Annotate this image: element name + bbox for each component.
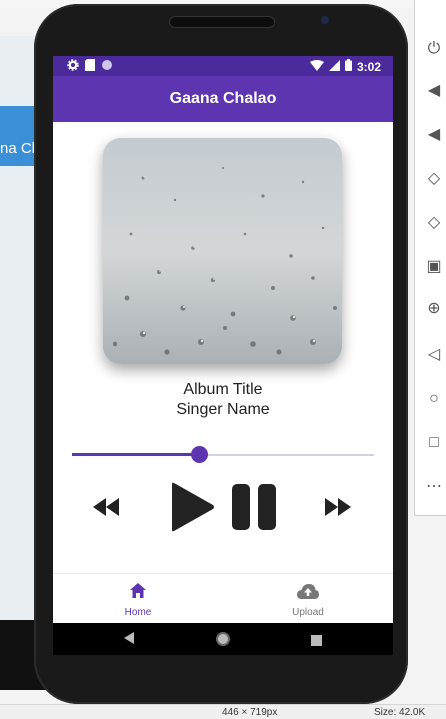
sd-card-icon bbox=[85, 59, 95, 74]
device-speaker bbox=[169, 16, 275, 28]
file-size: Size: 42.0K bbox=[374, 707, 426, 718]
wifi-icon bbox=[309, 59, 324, 74]
host-status-bar: 446 × 719px Size: 42.0K bbox=[0, 704, 446, 719]
play-icon bbox=[169, 482, 215, 536]
more-icon[interactable]: ⋯ bbox=[425, 478, 443, 496]
app-bar: Gaana Chalao bbox=[53, 76, 393, 122]
zoom-icon[interactable]: ⊕ bbox=[425, 300, 443, 318]
sync-icon bbox=[101, 59, 113, 74]
signal-icon bbox=[328, 59, 340, 74]
power-icon[interactable]: ⏻ bbox=[425, 40, 443, 58]
album-art bbox=[103, 138, 342, 364]
volume-down-icon[interactable]: ◀ bbox=[425, 126, 443, 144]
pause-button[interactable] bbox=[232, 484, 276, 535]
system-back-icon[interactable] bbox=[123, 631, 135, 650]
volume-up-icon[interactable]: ◀ bbox=[425, 82, 443, 100]
rewind-icon bbox=[93, 498, 119, 520]
fast-forward-button[interactable] bbox=[325, 498, 351, 521]
nav-label-upload: Upload bbox=[292, 607, 324, 618]
fast-forward-icon bbox=[325, 498, 351, 520]
overview-icon[interactable]: □ bbox=[425, 434, 443, 452]
nav-label-home: Home bbox=[124, 607, 152, 618]
system-overview-icon[interactable] bbox=[311, 633, 322, 651]
play-button[interactable] bbox=[169, 482, 215, 537]
nav-item-upload[interactable]: Upload bbox=[223, 574, 393, 623]
rewind-button[interactable] bbox=[93, 498, 119, 521]
image-dimensions: 446 × 719px bbox=[222, 707, 278, 718]
desktop: na Ch ⏻ ◀ ◀ ◇ ◇ ▣ ⊕ ◁ ○ □ ⋯ 3:02 Gaana C… bbox=[0, 0, 446, 719]
emulator-side-toolbar: ⏻ ◀ ◀ ◇ ◇ ▣ ⊕ ◁ ○ □ ⋯ bbox=[414, 0, 446, 516]
rotate-right-icon[interactable]: ◇ bbox=[425, 214, 443, 232]
seek-slider[interactable] bbox=[72, 445, 374, 465]
system-home-icon[interactable] bbox=[215, 631, 231, 652]
camera-icon[interactable]: ▣ bbox=[425, 258, 443, 276]
pause-icon bbox=[232, 484, 276, 534]
album-title: Album Title bbox=[183, 381, 263, 398]
back-icon[interactable]: ◁ bbox=[425, 346, 443, 364]
app-title: Gaana Chalao bbox=[169, 90, 277, 107]
system-navigation-bar bbox=[53, 623, 393, 655]
nav-item-home[interactable]: Home bbox=[53, 574, 223, 623]
singer-name: Singer Name bbox=[176, 401, 270, 418]
android-status-bar: 3:02 bbox=[53, 56, 393, 76]
home-circle-icon[interactable]: ○ bbox=[425, 390, 443, 408]
playback-controls bbox=[53, 476, 393, 536]
device-camera bbox=[321, 16, 329, 24]
home-icon bbox=[130, 583, 146, 603]
device-screen: 3:02 Gaana Chalao Album Title Singer Nam… bbox=[53, 56, 393, 623]
slider-thumb[interactable] bbox=[191, 446, 208, 463]
slider-progress bbox=[72, 453, 199, 456]
battery-icon bbox=[344, 59, 352, 74]
clock: 3:02 bbox=[356, 59, 381, 74]
bottom-navigation: Home Upload bbox=[53, 573, 393, 623]
rotate-left-icon[interactable]: ◇ bbox=[425, 170, 443, 188]
cloud-upload-icon bbox=[297, 584, 319, 604]
settings-icon bbox=[67, 59, 79, 74]
